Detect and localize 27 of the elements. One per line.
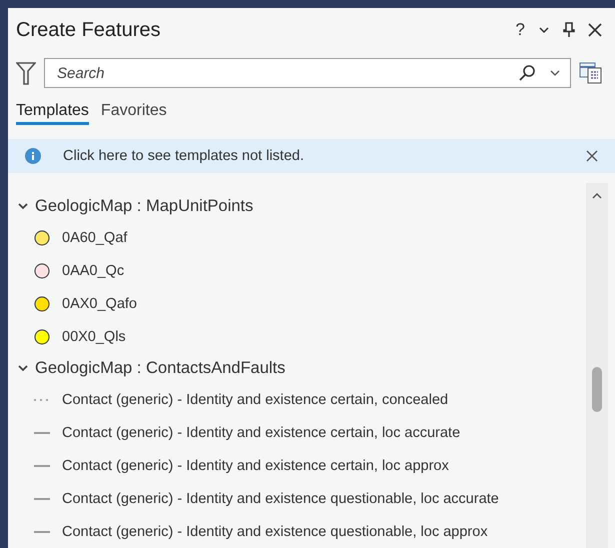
- template-item[interactable]: 0AX0_Qafo: [62, 296, 137, 312]
- close-icon[interactable]: [587, 22, 603, 38]
- group-header[interactable]: GeologicMap : ContactsAndFaults: [35, 358, 286, 378]
- template-item[interactable]: 0A60_Qaf: [62, 230, 128, 246]
- template-item[interactable]: Contact (generic) - Identity and existence questionable, loc accurate: [62, 490, 499, 506]
- scrollbar-thumb[interactable]: [592, 367, 602, 412]
- pin-icon[interactable]: [563, 22, 575, 38]
- search-icon[interactable]: [518, 64, 536, 82]
- template-item[interactable]: Contact (generic) - Identity and existence certain, loc accurate: [62, 424, 460, 440]
- filter-icon[interactable]: [16, 61, 36, 85]
- template-item[interactable]: 00X0_Qls: [62, 328, 126, 344]
- group-header[interactable]: GeologicMap : MapUnitPoints: [35, 196, 254, 216]
- panel-title: Create Features: [16, 18, 162, 42]
- close-icon[interactable]: [585, 149, 599, 163]
- scroll-up-icon[interactable]: [591, 191, 603, 201]
- info-icon: [25, 148, 41, 164]
- help-button[interactable]: ?: [516, 20, 525, 40]
- template-item[interactable]: 0AA0_Qc: [62, 262, 124, 278]
- table-view-icon[interactable]: [579, 62, 603, 84]
- template-item[interactable]: Contact (generic) - Identity and existence certain, concealed: [62, 392, 448, 408]
- template-item[interactable]: Contact (generic) - Identity and existence questionable, loc approx: [62, 524, 488, 540]
- search-box[interactable]: Search: [44, 58, 571, 88]
- template-item[interactable]: Contact (generic) - Identity and existence certain, loc approx: [62, 458, 449, 474]
- scrollbar[interactable]: [586, 183, 608, 548]
- search-field[interactable]: Search: [55, 64, 506, 82]
- tab[interactable]: Favorites: [100, 102, 167, 125]
- tab[interactable]: Templates: [16, 102, 89, 125]
